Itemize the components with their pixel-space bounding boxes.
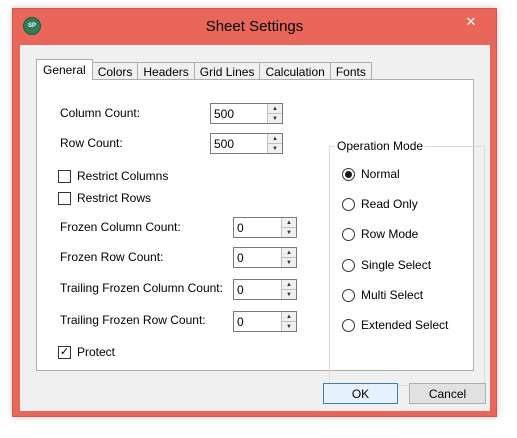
protect-checkbox[interactable]: ✓ Protect	[58, 345, 115, 359]
radio-selected-dot	[345, 170, 352, 178]
radio-label: Single Select	[361, 258, 432, 272]
radio-multi-select[interactable]: Multi Select	[342, 288, 423, 302]
spin-down-icon[interactable]: ▼	[282, 257, 296, 267]
dialog-title: Sheet Settings	[205, 18, 304, 35]
close-icon: ✕	[465, 14, 477, 29]
row-count-input[interactable]	[211, 134, 267, 153]
tab-strip: General Colors Headers Grid Lines Calcul…	[36, 59, 372, 80]
restrict-columns-label: Restrict Columns	[77, 169, 169, 183]
frozen-column-count-label: Frozen Column Count:	[60, 220, 181, 234]
radio-row-mode[interactable]: Row Mode	[342, 227, 418, 241]
trailing-frozen-column-count-label: Trailing Frozen Column Count:	[60, 281, 223, 295]
radio-circle[interactable]	[342, 197, 355, 211]
column-count-label: Column Count:	[60, 106, 141, 120]
general-tab-panel: Column Count: ▲ ▼ Row Count: ▲ ▼	[36, 79, 485, 386]
radio-single-select[interactable]: Single Select	[342, 258, 431, 272]
trailing-frozen-column-count-stepper[interactable]: ▲ ▼	[233, 279, 297, 300]
frozen-column-count-stepper[interactable]: ▲ ▼	[233, 217, 297, 238]
column-count-stepper[interactable]: ▲ ▼	[210, 103, 283, 124]
radio-normal[interactable]: Normal	[342, 167, 400, 181]
row-count-label: Row Count:	[60, 136, 123, 150]
checkmark-icon: ✓	[59, 345, 70, 358]
protect-label: Protect	[77, 345, 116, 359]
radio-label: Normal	[361, 167, 400, 181]
frozen-row-count-stepper[interactable]: ▲ ▼	[233, 247, 297, 268]
tab-headers[interactable]: Headers	[137, 62, 195, 80]
tab-fonts[interactable]: Fonts	[329, 62, 372, 80]
spin-up-icon[interactable]: ▲	[282, 280, 296, 289]
restrict-rows-label: Restrict Rows	[77, 191, 152, 205]
radio-circle[interactable]	[342, 227, 355, 241]
spin-down-icon[interactable]: ▼	[268, 143, 282, 153]
radio-circle[interactable]	[342, 318, 355, 332]
sheet-settings-dialog: SP Sheet Settings ✕ General Colors Heade…	[12, 8, 497, 417]
spin-up-icon[interactable]: ▲	[282, 218, 296, 227]
trailing-frozen-row-count-input[interactable]	[234, 312, 281, 331]
operation-mode-group: Operation Mode Normal Read Only Row Mode…	[329, 139, 485, 386]
ok-button[interactable]: OK	[323, 383, 398, 404]
radio-extended-select[interactable]: Extended Select	[342, 318, 448, 332]
tab-colors[interactable]: Colors	[91, 62, 139, 80]
trailing-frozen-row-count-label: Trailing Frozen Row Count:	[60, 313, 206, 327]
tab-calculation[interactable]: Calculation	[259, 62, 331, 80]
radio-circle[interactable]	[342, 258, 355, 272]
frozen-column-count-input[interactable]	[234, 218, 281, 237]
spin-down-icon[interactable]: ▼	[282, 227, 296, 237]
radio-circle[interactable]	[342, 167, 355, 181]
operation-mode-title: Operation Mode	[335, 139, 426, 153]
spin-down-icon[interactable]: ▼	[282, 321, 296, 331]
radio-label: Multi Select	[361, 288, 424, 302]
radio-label: Extended Select	[361, 318, 449, 332]
checkbox-box[interactable]: ✓	[58, 345, 71, 359]
spin-up-icon[interactable]: ▲	[268, 104, 282, 113]
frozen-row-count-input[interactable]	[234, 248, 281, 267]
radio-circle[interactable]	[342, 288, 355, 302]
tab-grid-lines[interactable]: Grid Lines	[193, 62, 261, 80]
radio-read-only[interactable]: Read Only	[342, 197, 418, 211]
spin-up-icon[interactable]: ▲	[282, 312, 296, 321]
spin-down-icon[interactable]: ▼	[282, 289, 296, 299]
spin-down-icon[interactable]: ▼	[268, 113, 282, 123]
restrict-columns-checkbox[interactable]: Restrict Columns	[58, 169, 168, 183]
trailing-frozen-column-count-input[interactable]	[234, 280, 281, 299]
trailing-frozen-row-count-stepper[interactable]: ▲ ▼	[233, 311, 297, 332]
column-count-input[interactable]	[211, 104, 267, 123]
spin-up-icon[interactable]: ▲	[282, 248, 296, 257]
frozen-row-count-label: Frozen Row Count:	[60, 250, 164, 264]
radio-label: Row Mode	[361, 227, 419, 241]
row-count-stepper[interactable]: ▲ ▼	[210, 133, 283, 154]
title-bar[interactable]: SP Sheet Settings ✕	[13, 9, 496, 45]
cancel-button[interactable]: Cancel	[409, 383, 486, 404]
spin-up-icon[interactable]: ▲	[268, 134, 282, 143]
tab-general[interactable]: General	[36, 59, 93, 80]
restrict-rows-checkbox[interactable]: Restrict Rows	[58, 191, 151, 205]
checkbox-box[interactable]	[58, 169, 71, 183]
close-button[interactable]: ✕	[458, 13, 484, 31]
radio-label: Read Only	[361, 197, 418, 211]
dialog-client-area: General Colors Headers Grid Lines Calcul…	[20, 45, 490, 411]
checkbox-box[interactable]	[58, 191, 71, 205]
